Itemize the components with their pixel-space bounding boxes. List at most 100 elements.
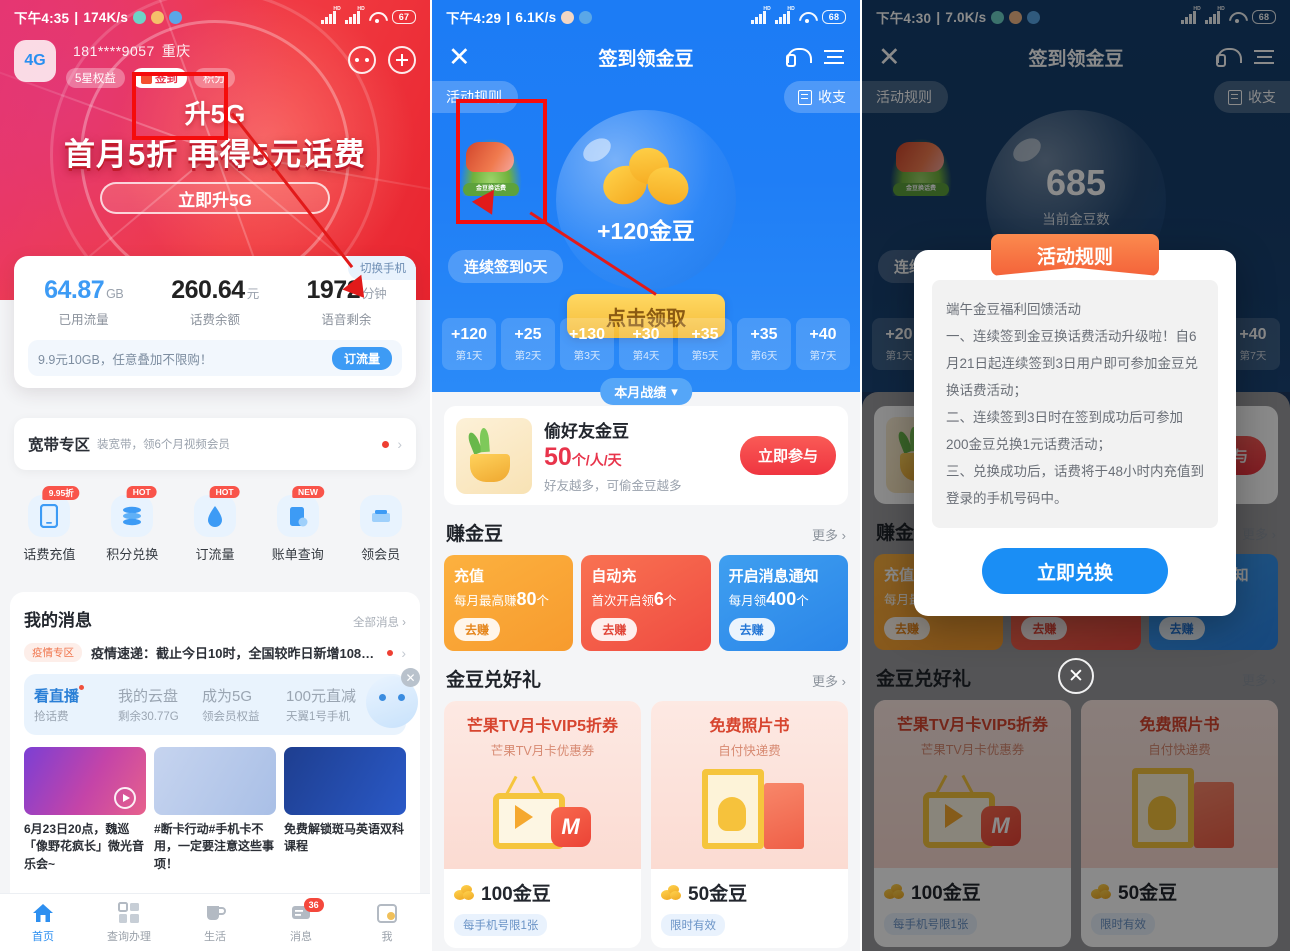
earn-button[interactable]: 去赚 bbox=[1021, 617, 1068, 640]
nav-item-services[interactable]: 查询办理 bbox=[86, 894, 172, 951]
earn-button[interactable]: 去赚 bbox=[454, 618, 501, 641]
message-row[interactable]: 疫情专区 疫情速递：截止今日10时，全国较昨日新增108例， › bbox=[24, 643, 406, 662]
cup-icon bbox=[204, 902, 226, 924]
signin-day[interactable]: +25 第2天 bbox=[501, 318, 555, 370]
month-record-button[interactable]: 本月战绩 ▾ bbox=[600, 378, 692, 405]
earn-card-notifications[interactable]: 开启消息通知 每月领400个 去赚 bbox=[718, 555, 848, 651]
tag-rights[interactable]: 5星权益 bbox=[66, 68, 125, 88]
join-now-button[interactable]: 立即参与 bbox=[739, 436, 836, 475]
exchange-now-button[interactable]: 立即兑换 bbox=[982, 548, 1168, 594]
chevron-right-icon: › bbox=[402, 617, 406, 629]
broadband-row[interactable]: 宽带专区 装宽带，领6个月视频会员 › bbox=[14, 418, 416, 470]
signin-day[interactable]: +120 第1天 bbox=[442, 318, 496, 370]
gift-card-photobook[interactable]: 免费照片书 自付快递费 50金豆 限时有效 bbox=[651, 701, 848, 948]
more-label: 更多 bbox=[1242, 673, 1269, 688]
gift-more-link[interactable]: 更多 › bbox=[812, 671, 846, 690]
day-value: +120 bbox=[450, 326, 488, 343]
steal-number-unit: 个/人/天 bbox=[571, 452, 622, 468]
earn-more-link[interactable]: 更多 › bbox=[1242, 524, 1276, 543]
signin-day[interactable]: +35 第5天 bbox=[678, 318, 732, 370]
feature-5g[interactable]: 成为5G 领会员权益 bbox=[202, 685, 286, 724]
gift-card-mangotv[interactable]: 芒果TV月卡VIP5折券 芒果TV月卡优惠券 M 100金豆 每手机号限1张 bbox=[874, 700, 1071, 947]
chevron-right-icon: › bbox=[397, 436, 402, 452]
feature-discount[interactable]: 100元直减 天翼1号手机 bbox=[286, 685, 370, 724]
all-messages-link[interactable]: 全部消息 › bbox=[353, 614, 406, 630]
gift-card-photobook[interactable]: 免费照片书 自付快递费 50金豆 限时有效 bbox=[1081, 700, 1278, 947]
gift-note: 每手机号限1张 bbox=[454, 914, 548, 936]
notification-dot-icon bbox=[1009, 10, 1023, 24]
close-assistant-icon[interactable]: ✕ bbox=[401, 668, 420, 687]
signin-day[interactable]: +35 第6天 bbox=[737, 318, 791, 370]
nav-item-profile[interactable]: 我 bbox=[344, 894, 430, 951]
add-icon[interactable] bbox=[388, 46, 416, 74]
notification-dot-icon bbox=[1027, 10, 1041, 24]
gift-price-text: 100金豆 bbox=[481, 884, 551, 905]
gift-more-link[interactable]: 更多 › bbox=[1242, 670, 1276, 689]
feature-sub: 领会员权益 bbox=[202, 711, 260, 723]
ledger-button[interactable]: 收支 bbox=[784, 81, 860, 113]
stat-voice-left[interactable]: 1972 分钟 语音剩余 bbox=[281, 276, 412, 328]
signin-day[interactable]: +130 第3天 bbox=[560, 318, 614, 370]
earn-button[interactable]: 去赚 bbox=[1158, 617, 1205, 640]
gift-cards: 芒果TV月卡VIP5折券 芒果TV月卡优惠券 M 100金豆 每手机号限1张 免… bbox=[874, 700, 1278, 947]
quick-action-points[interactable]: HOT 积分兑换 bbox=[91, 486, 174, 563]
gift-top: 芒果TV月卡VIP5折券 芒果TV月卡优惠券 M bbox=[444, 701, 641, 869]
quick-tag: HOT bbox=[126, 486, 157, 498]
data-offer-row[interactable]: 9.9元10GB，任意叠加不限购！ 订流量 bbox=[28, 340, 402, 376]
signal-icon bbox=[1181, 6, 1201, 24]
play-icon[interactable] bbox=[114, 787, 136, 809]
gift-title: 芒果TV月卡VIP5折券 bbox=[466, 718, 619, 735]
earn-cards: 充值 每月最高赚80个 去赚 自动充 首次开启领6个 去赚 开启消息通知 每月领… bbox=[444, 555, 848, 651]
earn-button[interactable]: 去赚 bbox=[728, 618, 775, 641]
status-left: 下午4:30 | 7.0K/s bbox=[876, 7, 1041, 27]
battery-icon: 68 bbox=[1252, 10, 1276, 24]
nav-item-home[interactable]: 首页 bbox=[0, 894, 86, 951]
headset-icon[interactable] bbox=[1216, 47, 1242, 67]
menu-icon[interactable] bbox=[1254, 46, 1274, 69]
quick-action-vip[interactable]: 领会员 bbox=[339, 495, 422, 563]
signin-day[interactable]: +40 第7天 bbox=[796, 318, 850, 370]
news-thumbnail bbox=[284, 747, 406, 815]
stat-balance[interactable]: 260.64 元 话费余额 bbox=[149, 276, 280, 328]
feature-live[interactable]: 看直播 抢话费 bbox=[34, 685, 118, 724]
earn-button[interactable]: 去赚 bbox=[884, 617, 931, 640]
feature-sub: 天翼1号手机 bbox=[286, 711, 350, 723]
quick-action-data[interactable]: HOT 订流量 bbox=[174, 486, 257, 563]
earn-section-header: 赚金豆 更多 › bbox=[446, 519, 846, 546]
earn-card-recharge[interactable]: 充值 每月最高赚80个 去赚 bbox=[444, 555, 574, 651]
panel-telecom-home: 下午4:35 | 174K/s 67 4G 181****9057 重庆 bbox=[0, 0, 430, 951]
order-data-button[interactable]: 订流量 bbox=[331, 346, 392, 370]
bean-coin-icon bbox=[1091, 884, 1111, 899]
news-card[interactable]: 免费解锁斑马英语双科课程 bbox=[284, 747, 406, 873]
header-actions bbox=[1216, 46, 1274, 69]
robot-assistant-icon[interactable] bbox=[348, 46, 376, 74]
quick-action-bill[interactable]: NEW 账单查询 bbox=[256, 486, 339, 563]
month-record-label: 本月战绩 bbox=[614, 385, 667, 400]
feature-cloud[interactable]: 我的云盘 剩余30.77G bbox=[118, 685, 202, 724]
signin-day[interactable]: +30 第4天 bbox=[619, 318, 673, 370]
gift-price: 100金豆 bbox=[884, 878, 1061, 905]
earn-more-link[interactable]: 更多 › bbox=[812, 525, 846, 544]
news-card[interactable]: #断卡行动#手机卡不用，一定要注意这些事项！ bbox=[154, 747, 276, 873]
news-card[interactable]: 6月23日20点，魏巡「像野花疯长」微光音乐会~ bbox=[24, 747, 146, 873]
quick-action-recharge[interactable]: 9.95折 话费充值 bbox=[8, 486, 91, 563]
profile-icon bbox=[376, 902, 398, 924]
ledger-button[interactable]: 收支 bbox=[1214, 81, 1290, 113]
nav-item-life[interactable]: 生活 bbox=[172, 894, 258, 951]
menu-icon[interactable] bbox=[824, 46, 844, 69]
earn-card-autopay[interactable]: 自动充 首次开启领6个 去赚 bbox=[581, 555, 711, 651]
panel-rules-modal: 下午4:30 | 7.0K/s 68 ✕ 签到领金豆 活动 bbox=[862, 0, 1290, 951]
headset-icon[interactable] bbox=[786, 47, 812, 67]
modal-close-button[interactable]: ✕ bbox=[1058, 658, 1094, 694]
stat-data-used[interactable]: 64.87 GB 已用流量 bbox=[18, 276, 149, 328]
day-value: +25 bbox=[514, 326, 542, 343]
day-label: 第5天 bbox=[691, 350, 719, 362]
earn-button[interactable]: 去赚 bbox=[591, 618, 638, 641]
activity-rules-button[interactable]: 活动规则 bbox=[862, 81, 948, 113]
ledger-label: 收支 bbox=[818, 89, 846, 105]
gift-card-mangotv[interactable]: 芒果TV月卡VIP5折券 芒果TV月卡优惠券 M 100金豆 每手机号限1张 bbox=[444, 701, 641, 948]
notification-dot-icon bbox=[133, 10, 147, 24]
steal-beans-card[interactable]: 偷好友金豆 50个/人/天 好友越多，可偷金豆越多 立即参与 bbox=[444, 406, 848, 505]
nav-item-messages[interactable]: 36 消息 bbox=[258, 894, 344, 951]
news-title: 6月23日20点，魏巡「像野花疯长」微光音乐会~ bbox=[24, 822, 145, 871]
